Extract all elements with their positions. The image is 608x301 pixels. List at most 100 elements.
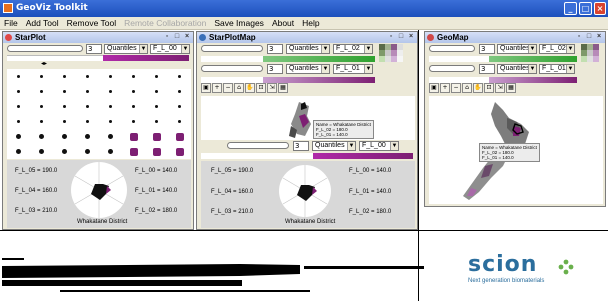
select-tool-icon[interactable]: ▣	[429, 83, 439, 93]
star-glyph[interactable]	[109, 105, 112, 108]
starplotmap-title-bar[interactable]: StarPlotMap ▫ □ ×	[197, 32, 417, 43]
star-glyph[interactable]	[85, 149, 90, 154]
starplotmap-variable-select-2[interactable]: F_L_01 ▼	[333, 64, 373, 74]
starplot-slider[interactable]	[7, 45, 83, 52]
starplotmap-close-icon[interactable]: ×	[407, 33, 415, 41]
grid-icon[interactable]: ▦	[506, 83, 516, 93]
starplotmap-window[interactable]: StarPlotMap ▫ □ × 3 Quantiles ▼ F_L_02 ▼ 3…	[196, 31, 418, 230]
star-glyph[interactable]	[17, 75, 20, 78]
starplot-window[interactable]: StarPlot ▫ □ × 3 Quantiles▼ F_L_00▼ ◂▸	[2, 31, 194, 230]
starplot-class-count[interactable]: 3	[86, 44, 102, 54]
star-glyph[interactable]	[108, 149, 113, 154]
pan-icon[interactable]: ✋	[245, 83, 255, 93]
star-glyph[interactable]	[40, 75, 43, 78]
fit-icon[interactable]: ⊡	[256, 83, 266, 93]
zoom-out-icon[interactable]: −	[451, 83, 461, 93]
star-glyph[interactable]	[132, 105, 135, 108]
star-glyph[interactable]	[152, 132, 161, 141]
star-glyph[interactable]	[39, 149, 44, 154]
starplotmap-minimize-icon[interactable]: ▫	[387, 33, 395, 41]
starplotmap-classification-select-3[interactable]: Quantiles ▼	[312, 141, 356, 151]
star-glyph[interactable]	[175, 147, 184, 156]
star-glyph[interactable]	[109, 90, 112, 93]
star-glyph[interactable]	[86, 105, 89, 108]
star-glyph[interactable]	[129, 147, 138, 156]
star-glyph[interactable]	[178, 75, 181, 78]
star-glyph[interactable]	[40, 90, 43, 93]
fit-icon[interactable]: ⊡	[484, 83, 494, 93]
geomap-slider-1[interactable]	[429, 45, 475, 52]
star-glyph[interactable]	[40, 105, 43, 108]
geomap-close-icon[interactable]: ×	[595, 33, 603, 41]
geomap-classification-select-2[interactable]: Quantiles ▼	[497, 64, 537, 74]
starplotmap-variable-select-3[interactable]: F_L_00 ▼	[359, 141, 399, 151]
starplotmap-slider-1[interactable]	[201, 45, 263, 52]
star-glyph[interactable]	[63, 105, 66, 108]
starplotmap-classification-select-1[interactable]: Quantiles ▼	[286, 44, 330, 54]
star-glyph[interactable]	[39, 134, 44, 139]
star-glyph[interactable]	[63, 90, 66, 93]
geomap-class-count-1[interactable]: 3	[479, 44, 495, 54]
star-glyph[interactable]	[17, 90, 20, 93]
star-glyph[interactable]	[40, 120, 43, 123]
star-glyph[interactable]	[109, 120, 112, 123]
star-glyph[interactable]	[62, 149, 67, 154]
geomap-variable-select-1[interactable]: F_L_02 ▼	[539, 44, 575, 54]
export-icon[interactable]: ⇲	[267, 83, 277, 93]
star-glyph[interactable]	[155, 90, 158, 93]
star-glyph[interactable]	[86, 90, 89, 93]
menu-remove-tool[interactable]: Remove Tool	[63, 17, 120, 30]
starplotmap-classification-select-2[interactable]: Quantiles ▼	[286, 64, 330, 74]
star-glyph[interactable]	[109, 75, 112, 78]
star-glyph[interactable]	[16, 134, 21, 139]
star-glyph[interactable]	[129, 132, 138, 141]
star-glyph[interactable]	[85, 134, 90, 139]
starplotmap-slider-3[interactable]	[227, 142, 289, 149]
menu-add-tool[interactable]: Add Tool	[22, 17, 63, 30]
starplotmap-maximize-icon[interactable]: □	[397, 33, 405, 41]
starplot-minimize-icon[interactable]: ▫	[163, 33, 171, 41]
star-glyph[interactable]	[178, 120, 181, 123]
minimize-button[interactable]: _	[564, 2, 577, 15]
menu-help[interactable]: Help	[298, 17, 323, 30]
starplotmap-class-count-1[interactable]: 3	[267, 44, 283, 54]
geomap-slider-2[interactable]	[429, 65, 475, 72]
starplotmap-class-count-3[interactable]: 3	[293, 141, 309, 151]
star-glyph[interactable]	[155, 105, 158, 108]
zoom-in-icon[interactable]: +	[440, 83, 450, 93]
starplot-variable-select[interactable]: F_L_00 ▼	[150, 44, 190, 54]
geomap-map[interactable]: Name = Whakatane District F_L_02 = 180.0…	[429, 96, 603, 204]
geomap-classification-select-1[interactable]: Quantiles ▼	[497, 44, 537, 54]
star-glyph[interactable]	[178, 105, 181, 108]
star-glyph[interactable]	[86, 120, 89, 123]
geomap-window[interactable]: GeoMap ▫ □ × 3 Quantiles ▼ F_L_02 ▼ 3 Quan…	[424, 31, 606, 207]
starplotmap-class-count-2[interactable]: 3	[267, 64, 283, 74]
starplot-close-icon[interactable]: ×	[183, 33, 191, 41]
geomap-minimize-icon[interactable]: ▫	[575, 33, 583, 41]
star-glyph[interactable]	[17, 120, 20, 123]
star-glyph[interactable]	[108, 134, 113, 139]
star-glyph[interactable]	[175, 132, 184, 141]
starplot-maximize-icon[interactable]: □	[173, 33, 181, 41]
star-glyph[interactable]	[63, 75, 66, 78]
zoom-in-icon[interactable]: +	[212, 83, 222, 93]
starplot-range-handle-icon[interactable]: ◂▸	[41, 60, 47, 67]
home-icon[interactable]: ⌂	[462, 83, 472, 93]
star-glyph[interactable]	[132, 90, 135, 93]
home-icon[interactable]: ⌂	[234, 83, 244, 93]
star-glyph[interactable]	[132, 120, 135, 123]
pan-icon[interactable]: ✋	[473, 83, 483, 93]
select-tool-icon[interactable]: ▣	[201, 83, 211, 93]
menu-file[interactable]: File	[0, 17, 22, 30]
star-glyph[interactable]	[178, 90, 181, 93]
maximize-button[interactable]: □	[579, 2, 592, 15]
menu-about[interactable]: About	[268, 17, 298, 30]
star-glyph[interactable]	[17, 105, 20, 108]
star-glyph[interactable]	[63, 120, 66, 123]
star-glyph[interactable]	[16, 149, 21, 154]
geomap-variable-select-2[interactable]: F_L_01 ▼	[539, 64, 575, 74]
zoom-out-icon[interactable]: −	[223, 83, 233, 93]
geomap-title-bar[interactable]: GeoMap ▫ □ ×	[425, 32, 605, 43]
star-glyph[interactable]	[62, 134, 67, 139]
starplot-glyph-grid[interactable]	[7, 69, 191, 159]
